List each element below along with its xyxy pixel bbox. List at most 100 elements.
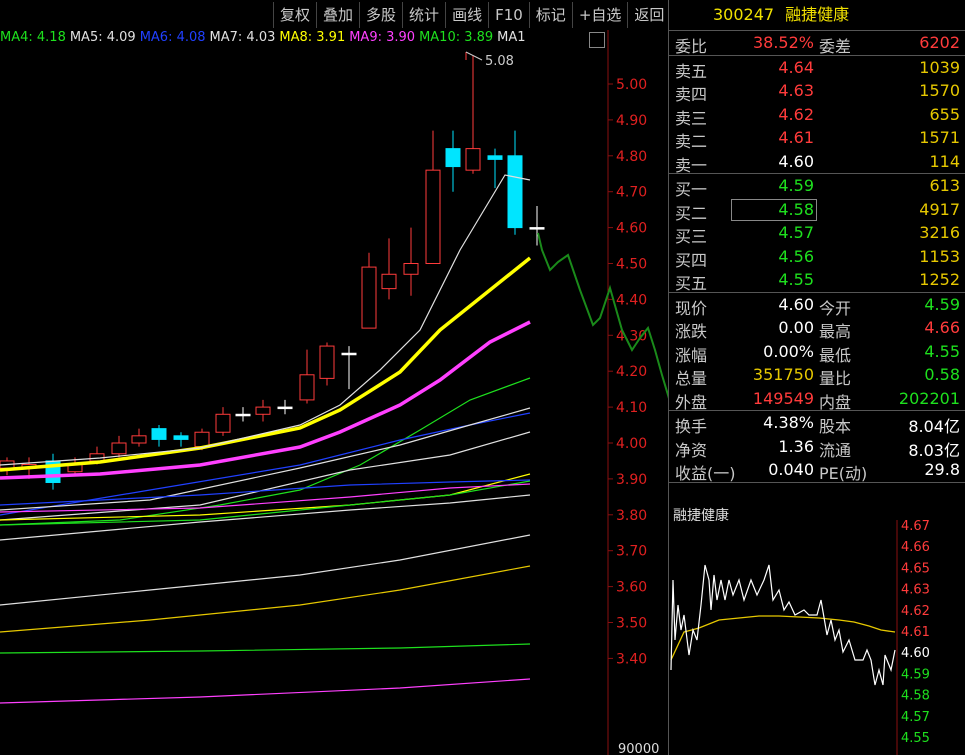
mini-price-axis: 4.67 4.66 4.65 4.63 4.62 4.61 4.60 4.59 4.58 4.57… xyxy=(901,520,930,746)
fund-row: 换手 4.38% 股本 8.04亿 xyxy=(669,411,965,436)
ma-line xyxy=(0,643,531,654)
intraday-avg-line xyxy=(670,615,896,661)
candle-body xyxy=(235,413,251,417)
quote-cell: 涨幅 xyxy=(675,345,708,365)
toolbar-button-5[interactable]: F10 xyxy=(488,2,529,28)
stock-name: 融捷健康 xyxy=(785,5,850,24)
mini-axis-label: 4.65 xyxy=(901,561,930,576)
row-price: 4.61 xyxy=(778,128,814,147)
fund-cell: 4.38% xyxy=(763,413,814,432)
wei-row: 委比 38.52% 委差 6202 xyxy=(669,31,965,56)
fund-cell: 8.03亿 xyxy=(908,440,960,460)
row-volume: 1571 xyxy=(919,128,960,147)
bid-row[interactable]: 买二 4.58 4917 xyxy=(669,198,965,223)
toolbar-button-2[interactable]: 多股 xyxy=(359,2,402,28)
fund-row: 收益(一) 0.040 PE(动) 29.8 xyxy=(669,458,965,483)
ma-line xyxy=(0,256,532,472)
quote-cell: 202201 xyxy=(898,388,960,408)
ask-row[interactable]: 卖五 4.64 1039 xyxy=(669,56,965,81)
candle-body xyxy=(403,263,419,275)
price-axis-label: 4.20 xyxy=(616,364,647,380)
quote-cell: 今开 xyxy=(819,298,852,318)
mini-axis-label: 4.63 xyxy=(901,583,930,598)
ask-row[interactable]: 卖二 4.61 1571 xyxy=(669,126,965,151)
quote-cell: 4.59 xyxy=(924,294,960,314)
row-label: 买二 xyxy=(675,203,708,223)
toolbar-button-3[interactable]: 统计 xyxy=(402,2,445,28)
ma-lines-group xyxy=(0,174,532,704)
row-volume: 613 xyxy=(929,176,960,195)
mini-axis-label: 4.59 xyxy=(901,667,930,682)
price-axis-label: 4.70 xyxy=(616,185,647,201)
toolbar-button-8[interactable]: 返回 xyxy=(627,2,670,28)
ma-line xyxy=(0,565,531,633)
price-axis-label: 4.50 xyxy=(616,257,647,273)
candle-body xyxy=(319,345,335,379)
fundamentals: 换手 4.38% 股本 8.04亿 净资 1.36 流通 8.03亿 收益(一) 0.040 PE(… xyxy=(669,411,965,483)
ma-line xyxy=(0,534,531,606)
intraday-mini-chart[interactable]: 4.67 4.66 4.65 4.63 4.62 4.61 4.60 4.59 4.58 4.57… xyxy=(669,520,965,755)
candle-body xyxy=(299,374,315,401)
wei-bi-label: 委比 xyxy=(675,37,708,56)
fund-cell: 股本 xyxy=(819,417,852,436)
bid-row[interactable]: 买三 4.57 3216 xyxy=(669,221,965,246)
quote-cell: 涨跌 xyxy=(675,322,708,341)
candles-group xyxy=(0,55,545,490)
fund-cell: 换手 xyxy=(675,417,708,436)
toolbar-button-4[interactable]: 画线 xyxy=(445,2,488,28)
high-price-marker: 5.08 xyxy=(485,54,514,69)
price-axis-label: 3.40 xyxy=(616,651,647,667)
ma-legend-item: MA4: 4.18 xyxy=(0,30,66,45)
quote-cell: 最低 xyxy=(819,345,852,365)
row-label: 买一 xyxy=(675,180,708,199)
candlestick-chart[interactable]: 5.004.904.804.704.604.504.404.304.204.10… xyxy=(0,0,668,755)
quote-cell: 149549 xyxy=(752,388,814,408)
ma-legend-item: MA1 xyxy=(497,30,526,45)
row-volume: 1039 xyxy=(919,57,960,77)
ask-row[interactable]: 卖一 4.60 114 xyxy=(669,150,965,175)
quote-row: 涨跌 0.00 最高 4.66 xyxy=(669,316,965,341)
row-volume: 4917 xyxy=(919,199,960,219)
row-price: 4.63 xyxy=(778,81,814,100)
candle-body xyxy=(215,413,231,433)
quote-cell: 内盘 xyxy=(819,392,852,412)
quote-row: 涨幅 0.00% 最低 4.55 xyxy=(669,340,965,365)
price-axis-label: 5.00 xyxy=(616,77,647,93)
quote-cell: 量比 xyxy=(819,369,852,388)
quote-cell: 0.58 xyxy=(924,365,960,384)
mini-axis-label: 4.66 xyxy=(901,540,930,555)
fund-cell: 净资 xyxy=(675,440,708,460)
wei-cha-label: 委差 xyxy=(819,37,852,56)
bid-row[interactable]: 买五 4.55 1252 xyxy=(669,268,965,293)
toolbar-button-1[interactable]: 叠加 xyxy=(316,2,359,28)
price-axis-label: 3.70 xyxy=(616,544,647,560)
quote-cell: 4.60 xyxy=(778,294,814,314)
quote-cell: 外盘 xyxy=(675,392,708,412)
bid-row[interactable]: 买一 4.59 613 xyxy=(669,174,965,199)
row-label: 卖一 xyxy=(675,155,708,175)
fund-row: 净资 1.36 流通 8.03亿 xyxy=(669,435,965,460)
toolbar-button-7[interactable]: +自选 xyxy=(571,2,628,28)
ma-settings-icon[interactable] xyxy=(589,32,605,48)
bid-row[interactable]: 买四 4.56 1153 xyxy=(669,245,965,270)
stock-header: 300247 融捷健康 xyxy=(669,0,965,31)
price-axis: 5.004.904.804.704.604.504.404.304.204.10… xyxy=(608,77,647,667)
intraday-price-line xyxy=(670,564,896,686)
ask-book: 卖五 4.64 1039 卖四 4.63 1570 卖三 4.62 655 卖二 4.61 1571 卖… xyxy=(669,56,965,175)
ask-row[interactable]: 卖三 4.62 655 xyxy=(669,103,965,128)
toolbar-button-0[interactable]: 复权 xyxy=(273,2,316,28)
row-volume: 655 xyxy=(929,104,960,124)
fund-cell: 1.36 xyxy=(778,436,814,456)
quote-row: 外盘 149549 内盘 202201 xyxy=(669,387,965,412)
candle-body xyxy=(529,227,545,230)
quote-cell: 0.00 xyxy=(778,318,814,337)
mini-axis-label: 4.55 xyxy=(901,731,930,746)
ask-row[interactable]: 卖四 4.63 1570 xyxy=(669,79,965,104)
candle-body xyxy=(507,155,523,229)
toolbar-button-6[interactable]: 标记 xyxy=(528,2,572,28)
drawn-trend-line xyxy=(537,232,668,399)
row-label: 卖四 xyxy=(675,85,708,104)
candle-body xyxy=(341,352,357,356)
row-volume: 1570 xyxy=(919,81,960,100)
price-axis-label: 3.80 xyxy=(616,508,647,524)
